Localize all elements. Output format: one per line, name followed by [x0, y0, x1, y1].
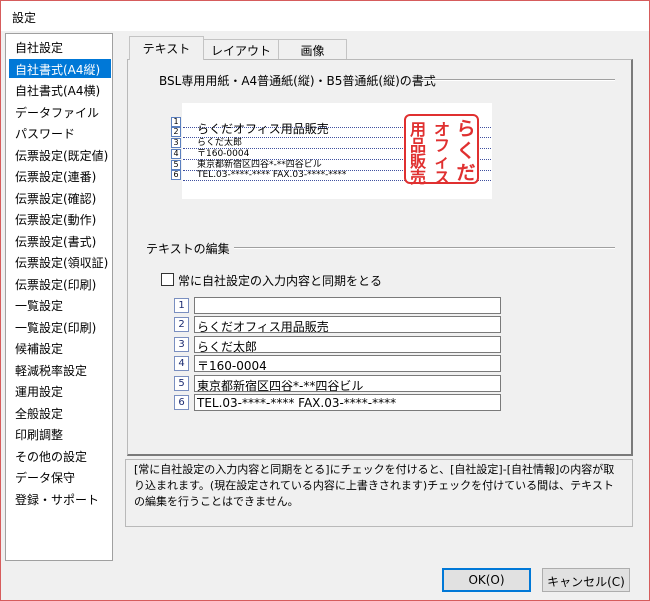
text-line-number: 4	[174, 356, 189, 372]
sync-checkbox[interactable]	[161, 273, 174, 286]
nav-item[interactable]: 候補設定	[9, 338, 111, 357]
nav-item[interactable]: 登録・サポート	[9, 489, 111, 508]
text-line-input[interactable]: 東京都新宿区四谷*-**四谷ビル	[194, 374, 501, 392]
nav-item[interactable]: データ保守	[9, 467, 111, 486]
nav-item[interactable]: 軽減税率設定	[9, 360, 111, 379]
tab-layout[interactable]: レイアウト	[204, 39, 279, 59]
text-line-input[interactable]: らくだオフィス用品販売	[194, 316, 501, 334]
nav-item[interactable]: 一覧設定(印刷)	[9, 317, 111, 336]
nav-item[interactable]: 運用設定	[9, 381, 111, 400]
preview-line-number: 6	[171, 170, 181, 180]
nav-item[interactable]: 一覧設定	[9, 295, 111, 314]
edit-section-title: テキストの編集	[146, 242, 230, 256]
nav-item[interactable]: 自社書式(A4横)	[9, 80, 111, 99]
window-title: 設定	[1, 1, 649, 31]
text-line-input[interactable]: TEL.03-****-**** FAX.03-****-****	[194, 394, 501, 411]
settings-window: 設定 自社設定自社書式(A4縦) 自社書式(A4横) データファイル パスワード伝票設…	[0, 0, 650, 601]
nav-item[interactable]: 伝票設定(既定値)	[9, 145, 111, 164]
nav-item[interactable]: 印刷調整	[9, 424, 111, 443]
text-line-number: 6	[174, 395, 189, 410]
nav-item[interactable]: 伝票設定(領収証)	[9, 252, 111, 271]
preview-line-text: らくだ太郎	[197, 138, 243, 148]
nav-item[interactable]: 自社設定	[9, 37, 111, 56]
sync-checkbox-label[interactable]: 常に自社設定の入力内容と同期をとる	[178, 272, 382, 289]
nav-item[interactable]: 伝票設定(印刷)	[9, 274, 111, 293]
help-info-text: [常に自社設定の入力内容と同期をとる]にチェックを付けると、[自社設定]-[自社…	[134, 463, 615, 508]
nav-item[interactable]: 伝票設定(確認)	[9, 188, 111, 207]
preview-line-text: TEL.03-****-**** FAX.03-****-****	[197, 170, 347, 180]
nav-item[interactable]: 伝票設定(書式)	[9, 231, 111, 250]
company-stamp-image: 用品販売 オフィス らくだ	[404, 114, 479, 187]
nav-item[interactable]: 伝票設定(連番)	[9, 166, 111, 185]
text-line-input[interactable]	[194, 297, 501, 314]
preview-line-number: 1	[171, 117, 181, 127]
edit-section-divider	[234, 247, 615, 249]
tab-image[interactable]: 画像	[279, 39, 347, 59]
preview-line-text: 東京都新宿区四谷*-**四谷ビル	[197, 160, 322, 170]
text-line-number: 5	[174, 375, 189, 391]
tab-text[interactable]: テキスト	[129, 36, 204, 60]
preview-line-number: 4	[171, 149, 181, 159]
preview-line-text: らくだオフィス用品販売	[197, 122, 329, 136]
settings-nav-list[interactable]: 自社設定自社書式(A4縦) 自社書式(A4横) データファイル パスワード伝票設定(既…	[5, 33, 113, 561]
stamp-text-col3: らくだ	[456, 118, 476, 184]
nav-item[interactable]: パスワード	[9, 123, 111, 142]
cancel-button[interactable]: キャンセル(C)	[542, 568, 630, 592]
nav-item[interactable]: 伝票設定(動作)	[9, 209, 111, 228]
preview-section-title: BSL専用用紙・A4普通紙(縦)・B5普通紙(縦)の書式	[159, 74, 436, 88]
preview-line-number: 2	[171, 127, 181, 137]
help-info-box: [常に自社設定の入力内容と同期をとる]にチェックを付けると、[自社設定]-[自社…	[125, 459, 633, 527]
text-line-number: 3	[174, 336, 189, 352]
nav-item[interactable]: 全般設定	[9, 403, 111, 422]
nav-item[interactable]: 自社書式(A4縦)	[9, 58, 111, 78]
preview-line-number: 3	[171, 138, 181, 148]
preview-line-number: 5	[171, 160, 181, 170]
preview-line-text: 〒160-0004	[197, 149, 250, 159]
text-line-number: 1	[174, 298, 189, 313]
nav-item[interactable]: その他の設定	[9, 446, 111, 465]
stamp-text-col2: オフィス	[433, 120, 450, 187]
text-line-input[interactable]: らくだ太郎	[194, 335, 501, 353]
ok-button[interactable]: OK(O)	[442, 568, 531, 592]
text-line-input[interactable]: 〒160-0004	[194, 355, 501, 373]
stamp-text-col1: 用品販売	[409, 120, 426, 187]
nav-item[interactable]: データファイル	[9, 102, 111, 121]
preview-section-divider	[421, 79, 615, 81]
text-line-number: 2	[174, 317, 189, 333]
